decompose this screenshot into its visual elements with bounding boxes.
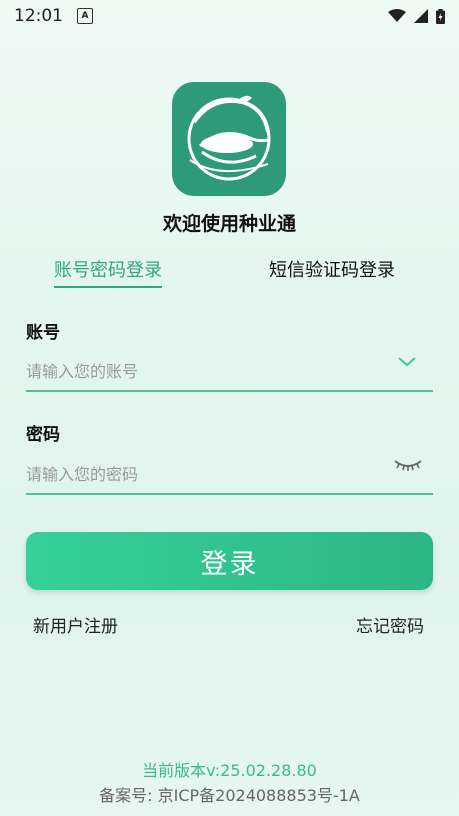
notification-icon: A [77,8,93,24]
app-logo [172,82,286,196]
register-link[interactable]: 新用户注册 [33,612,118,637]
battery-icon [436,8,445,24]
forgot-password-link[interactable]: 忘记密码 [356,612,424,637]
tab-sms-login[interactable]: 短信验证码登录 [269,256,395,282]
signal-icon [414,9,428,23]
status-bar: 12:01 A [0,0,459,32]
tab-password-login[interactable]: 账号密码登录 [54,256,162,288]
welcome-title: 欢迎使用种业通 [162,213,296,235]
icp-record: 备案号: 京ICP备2024088853号-1A [99,786,360,805]
password-input[interactable] [26,455,433,495]
password-label: 密码 [26,425,60,445]
account-input[interactable] [26,352,433,392]
account-label: 账号 [26,323,60,343]
wifi-icon [388,9,406,22]
login-button[interactable]: 登录 [26,532,433,590]
status-time: 12:01 [14,6,63,26]
eye-closed-icon[interactable] [393,457,423,473]
version-text: 当前版本v:25.02.28.80 [142,761,317,780]
chevron-down-icon[interactable] [396,355,418,369]
